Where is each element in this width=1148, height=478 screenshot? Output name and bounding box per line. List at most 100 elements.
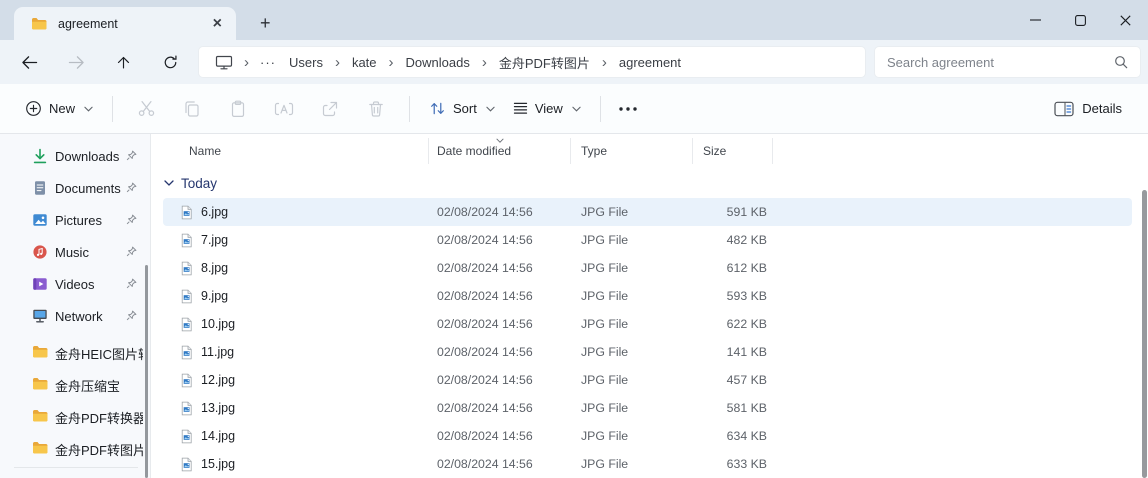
pin-icon (126, 310, 137, 321)
sidebar-item-label: 金舟PDF转换器 (55, 408, 143, 427)
column-header-type[interactable]: Type (571, 138, 693, 164)
column-header-name[interactable]: Name (163, 138, 429, 164)
sidebar-divider (14, 467, 138, 468)
group-collapse-chevron-icon[interactable] (164, 180, 174, 186)
sidebar-item-pictures[interactable]: Pictures (0, 204, 150, 236)
back-button[interactable] (6, 44, 53, 80)
maximize-button[interactable] (1058, 0, 1103, 40)
file-row[interactable]: 10.jpg 02/08/2024 14:56 JPG File 622 KB (163, 310, 1132, 338)
breadcrumb: Users›kate›Downloads›金舟PDF转图片›agreement (282, 51, 688, 74)
breadcrumb-item[interactable]: kate (345, 53, 384, 72)
breadcrumb-item[interactable]: Downloads (399, 53, 477, 72)
sidebar-item-network[interactable]: Network (0, 300, 150, 332)
jpg-file-icon (179, 289, 194, 304)
file-type: JPG File (571, 317, 693, 331)
tab-close-icon[interactable]: × (207, 15, 228, 33)
delete-button[interactable] (353, 91, 399, 127)
sidebar-item-label: 金舟PDF转图片 (55, 440, 143, 459)
share-button[interactable] (307, 91, 353, 127)
copy-button[interactable] (169, 91, 215, 127)
sidebar-item-downloads[interactable]: Downloads (0, 140, 150, 172)
group-header-today[interactable]: Today (151, 168, 1148, 198)
pin-icon (126, 150, 137, 161)
file-name-cell: 9.jpg (163, 289, 429, 304)
view-button[interactable]: View (504, 94, 590, 123)
up-button[interactable] (100, 44, 147, 80)
search-icon[interactable] (1114, 55, 1128, 69)
file-type: JPG File (571, 345, 693, 359)
file-row[interactable]: 14.jpg 02/08/2024 14:56 JPG File 634 KB (163, 422, 1132, 450)
file-row[interactable]: 8.jpg 02/08/2024 14:56 JPG File 612 KB (163, 254, 1132, 282)
new-tab-button[interactable]: + (260, 14, 271, 32)
search-input[interactable] (887, 55, 1114, 70)
column-header-size[interactable]: Size (693, 138, 773, 164)
details-button[interactable]: Details (1044, 94, 1132, 124)
jpg-file-icon (179, 401, 194, 416)
sidebar-item-music[interactable]: Music (0, 236, 150, 268)
sidebar-item-folder[interactable]: 金舟压缩宝 (0, 369, 150, 401)
file-size: 612 KB (693, 261, 773, 275)
file-row[interactable]: 15.jpg 02/08/2024 14:56 JPG File 633 KB (163, 450, 1132, 478)
breadcrumb-item[interactable]: Users (282, 53, 330, 72)
file-date-modified: 02/08/2024 14:56 (429, 317, 571, 331)
address-bar[interactable]: › ··· Users›kate›Downloads›金舟PDF转图片›agre… (198, 46, 866, 78)
breadcrumb-chevron-icon[interactable]: › (384, 55, 399, 70)
this-pc-icon[interactable] (209, 55, 239, 70)
sidebar-item-folder[interactable]: 金舟PDF转换器 (0, 401, 150, 433)
file-row[interactable]: 12.jpg 02/08/2024 14:56 JPG File 457 KB (163, 366, 1132, 394)
file-row[interactable]: 6.jpg 02/08/2024 14:56 JPG File 591 KB (163, 198, 1132, 226)
file-size: 581 KB (693, 401, 773, 415)
file-date-modified: 02/08/2024 14:56 (429, 233, 571, 247)
close-button[interactable] (1103, 0, 1148, 40)
chevron-down-icon (486, 106, 495, 112)
command-toolbar: New Sort View (0, 84, 1148, 134)
toolbar-divider (112, 96, 113, 122)
file-row[interactable]: 11.jpg 02/08/2024 14:56 JPG File 141 KB (163, 338, 1132, 366)
tab-title: agreement (58, 17, 207, 31)
refresh-button[interactable] (147, 44, 194, 80)
breadcrumb-chevron-icon[interactable]: › (330, 55, 345, 70)
folder-icon (32, 409, 48, 425)
forward-button[interactable] (53, 44, 100, 80)
sidebar-item-folder[interactable]: 金舟PDF转图片 (0, 433, 150, 465)
minimize-button[interactable] (1013, 0, 1058, 40)
file-name-cell: 6.jpg (163, 205, 429, 220)
sort-button[interactable]: Sort (420, 94, 504, 123)
file-row[interactable]: 13.jpg 02/08/2024 14:56 JPG File 581 KB (163, 394, 1132, 422)
group-header-label: Today (181, 176, 217, 191)
file-name-cell: 12.jpg (163, 373, 429, 388)
rename-button[interactable] (261, 91, 307, 127)
view-lines-icon (513, 102, 528, 115)
sidebar-item-folder[interactable]: 金舟HEIC图片转 (0, 337, 150, 369)
breadcrumb-item[interactable]: agreement (612, 53, 688, 72)
file-row[interactable]: 7.jpg 02/08/2024 14:56 JPG File 482 KB (163, 226, 1132, 254)
sidebar-item-label: 金舟压缩宝 (55, 376, 120, 395)
jpg-file-icon (179, 345, 194, 360)
column-header-date-modified[interactable]: Date modified (429, 138, 571, 164)
more-options-button[interactable] (611, 91, 645, 127)
file-type: JPG File (571, 289, 693, 303)
breadcrumb-chevron-icon[interactable]: › (477, 55, 492, 70)
search-box[interactable] (874, 46, 1141, 78)
sidebar-item-documents[interactable]: Documents (0, 172, 150, 204)
file-name: 13.jpg (201, 401, 235, 415)
breadcrumb-item[interactable]: 金舟PDF转图片 (492, 51, 597, 74)
breadcrumb-chevron-icon[interactable]: › (239, 55, 254, 70)
file-name: 6.jpg (201, 205, 228, 219)
breadcrumb-overflow-icon[interactable]: ··· (254, 55, 282, 70)
file-list-scrollbar[interactable] (1142, 190, 1147, 478)
details-pane-icon (1054, 101, 1074, 117)
file-date-modified: 02/08/2024 14:56 (429, 401, 571, 415)
breadcrumb-chevron-icon[interactable]: › (597, 55, 612, 70)
cut-button[interactable] (123, 91, 169, 127)
file-row[interactable]: 9.jpg 02/08/2024 14:56 JPG File 593 KB (163, 282, 1132, 310)
sidebar-item-label: Documents (55, 181, 121, 196)
file-date-modified: 02/08/2024 14:56 (429, 345, 571, 359)
explorer-tab[interactable]: agreement × (14, 7, 236, 40)
folder-icon (32, 345, 48, 361)
new-button[interactable]: New (16, 93, 102, 124)
sidebar-item-videos[interactable]: Videos (0, 268, 150, 300)
file-date-modified: 02/08/2024 14:56 (429, 429, 571, 443)
paste-button[interactable] (215, 91, 261, 127)
sidebar-scrollbar[interactable] (145, 265, 148, 478)
